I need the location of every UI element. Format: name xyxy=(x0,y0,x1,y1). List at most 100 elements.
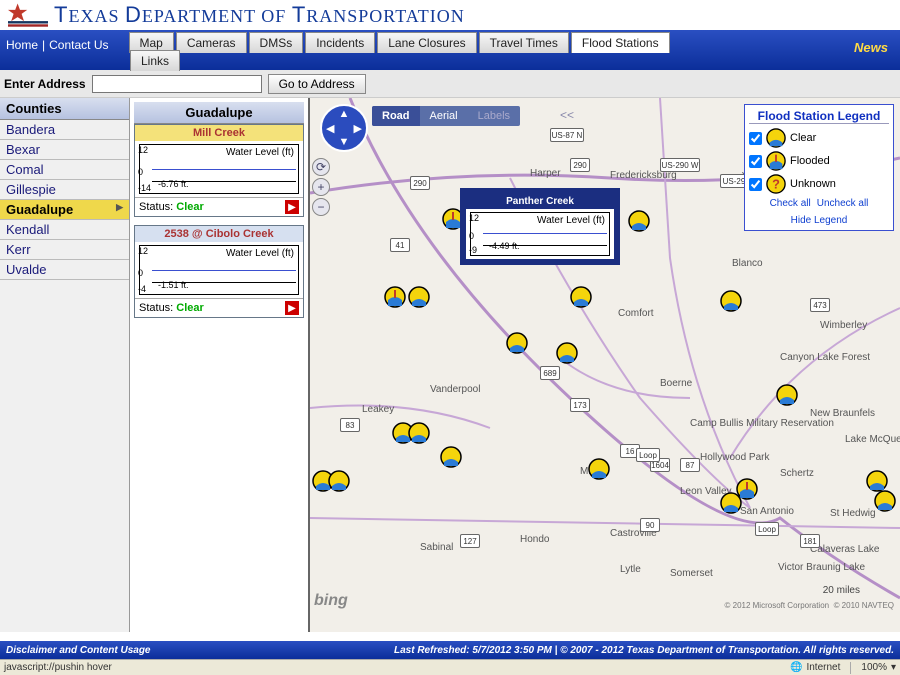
tab-lane-closures[interactable]: Lane Closures xyxy=(377,32,476,53)
city-label: Canyon Lake Forest xyxy=(780,352,870,363)
station-next-button[interactable]: ▶ xyxy=(285,301,299,315)
legend-checkbox-clear[interactable] xyxy=(749,132,762,145)
zoom-rotate-button[interactable]: ⟳ xyxy=(312,158,330,176)
popup-title: Panther Creek xyxy=(466,194,614,209)
map-scale: 20 miles xyxy=(823,585,860,596)
bing-logo: bing xyxy=(314,592,348,610)
flood-pin-clear[interactable] xyxy=(628,210,650,232)
flood-pin-clear[interactable] xyxy=(556,342,578,364)
home-link[interactable]: Home xyxy=(6,38,38,52)
route-shield: 473 xyxy=(810,298,830,312)
flood-pin-clear[interactable] xyxy=(506,332,528,354)
map-viewport[interactable]: HarperFredericksburgJohnBlancoComfortWim… xyxy=(310,98,900,632)
txdot-logo xyxy=(8,3,48,28)
city-label: Schertz xyxy=(780,468,814,479)
county-guadalupe[interactable]: Guadalupe xyxy=(0,200,129,220)
legend-unknown-icon: ? xyxy=(766,174,786,194)
legend-hide[interactable]: Hide Legend xyxy=(791,215,848,226)
county-bexar[interactable]: Bexar xyxy=(0,140,129,160)
county-uvalde[interactable]: Uvalde xyxy=(0,260,129,280)
flood-pin-clear[interactable] xyxy=(408,422,430,444)
station-name: Mill Creek xyxy=(135,125,303,141)
route-shield: 290 xyxy=(570,158,590,172)
collapse-toolbar-button[interactable]: << xyxy=(560,108,574,122)
tab-cameras[interactable]: Cameras xyxy=(176,32,247,53)
city-label: Somerset xyxy=(670,568,713,579)
view-road-tab[interactable]: Road xyxy=(372,106,420,126)
route-shield: 127 xyxy=(460,534,480,548)
legend-title: Flood Station Legend xyxy=(749,109,889,124)
station-next-button[interactable]: ▶ xyxy=(285,200,299,214)
legend-checkbox-flooded[interactable] xyxy=(749,155,762,168)
flood-pin-clear[interactable] xyxy=(588,458,610,480)
zoom-in-button[interactable]: + xyxy=(312,178,330,196)
station-card[interactable]: Mill Creek 120-14Water Level (ft)-6.76 ft… xyxy=(134,124,304,217)
stations-header: Guadalupe xyxy=(134,102,304,124)
contact-link[interactable]: Contact Us xyxy=(49,38,108,52)
zoom-out-button[interactable]: − xyxy=(312,198,330,216)
tab-incidents[interactable]: Incidents xyxy=(305,32,375,53)
address-label: Enter Address xyxy=(4,77,86,91)
route-shield: 41 xyxy=(390,238,410,252)
flood-pin-clear[interactable] xyxy=(328,470,350,492)
flood-pin-clear[interactable] xyxy=(874,490,896,512)
tab-travel-times[interactable]: Travel Times xyxy=(479,32,569,53)
county-bandera[interactable]: Bandera xyxy=(0,120,129,140)
city-label: Camp Bullis Military Reservation xyxy=(690,418,834,429)
pan-south-icon[interactable]: ▼ xyxy=(339,136,350,148)
flood-pin-flooded[interactable] xyxy=(384,286,406,308)
flood-pin-clear[interactable] xyxy=(570,286,592,308)
view-aerial-tab[interactable]: Aerial xyxy=(420,106,468,126)
legend-check-all[interactable]: Check all xyxy=(770,198,811,209)
tab-links[interactable]: Links xyxy=(130,50,180,71)
status-zoom: 100% xyxy=(861,662,887,673)
tab-flood-stations[interactable]: Flood Stations xyxy=(571,32,670,53)
page-title: TEXAS DEPARTMENT OF TRANSPORTATION xyxy=(54,2,465,28)
legend-item-unknown: ?Unknown xyxy=(749,174,889,194)
city-label: Lake McQuee xyxy=(845,434,900,445)
route-shield: Loop xyxy=(755,522,779,536)
zoom-dropdown-icon[interactable]: ▾ xyxy=(891,662,896,673)
pan-compass[interactable]: ▲ ▼ ◀ ▶ xyxy=(320,104,368,152)
county-kerr[interactable]: Kerr xyxy=(0,240,129,260)
flood-pin-clear[interactable] xyxy=(720,290,742,312)
flood-pin-clear[interactable] xyxy=(720,492,742,514)
secondary-tabs: Links xyxy=(130,50,182,71)
pan-north-icon[interactable]: ▲ xyxy=(339,108,350,120)
city-label: Blanco xyxy=(732,258,763,269)
view-labels-tab[interactable]: Labels xyxy=(468,106,520,126)
station-card[interactable]: 2538 @ Cibolo Creek120-4Water Level (ft)… xyxy=(134,225,304,318)
flood-pin-clear[interactable] xyxy=(440,446,462,468)
pan-west-icon[interactable]: ◀ xyxy=(326,122,334,135)
tab-dmss[interactable]: DMSs xyxy=(249,32,304,53)
county-comal[interactable]: Comal xyxy=(0,160,129,180)
address-input[interactable] xyxy=(92,75,262,93)
city-label: Wimberley xyxy=(820,320,867,331)
flood-pin-clear[interactable] xyxy=(866,470,888,492)
flood-pin-clear[interactable] xyxy=(776,384,798,406)
route-shield: 689 xyxy=(540,366,560,380)
footer-info: Last Refreshed: 5/7/2012 3:50 PM | © 200… xyxy=(394,645,894,656)
legend-uncheck-all[interactable]: Uncheck all xyxy=(817,198,869,209)
city-label: Vanderpool xyxy=(430,384,480,395)
news-link[interactable]: News xyxy=(854,40,888,55)
flood-pin-clear[interactable] xyxy=(408,286,430,308)
city-label: Victor Braunig Lake xyxy=(778,562,865,573)
go-to-address-button[interactable]: Go to Address xyxy=(268,74,366,94)
station-name: 2538 @ Cibolo Creek xyxy=(135,226,303,242)
nav-bar: Home | Contact Us MapCamerasDMSsIncident… xyxy=(0,30,900,70)
pan-east-icon[interactable]: ▶ xyxy=(354,122,362,135)
water-level-chart: 120-14Water Level (ft)-6.76 ft. xyxy=(139,144,299,194)
city-label: Harper xyxy=(530,168,561,179)
county-gillespie[interactable]: Gillespie xyxy=(0,180,129,200)
route-shield: 87 xyxy=(680,458,700,472)
disclaimer-link[interactable]: Disclaimer and Content Usage xyxy=(6,645,150,656)
city-label: Calaveras Lake xyxy=(810,544,879,555)
route-shield: 83 xyxy=(340,418,360,432)
route-shield: Loop xyxy=(636,448,660,462)
view-tabs: Road Aerial Labels xyxy=(372,106,520,126)
county-kendall[interactable]: Kendall xyxy=(0,220,129,240)
stations-panel: Guadalupe Mill Creek 120-14Water Level (f… xyxy=(130,98,310,632)
globe-icon: 🌐 xyxy=(790,662,802,673)
legend-checkbox-unknown[interactable] xyxy=(749,178,762,191)
